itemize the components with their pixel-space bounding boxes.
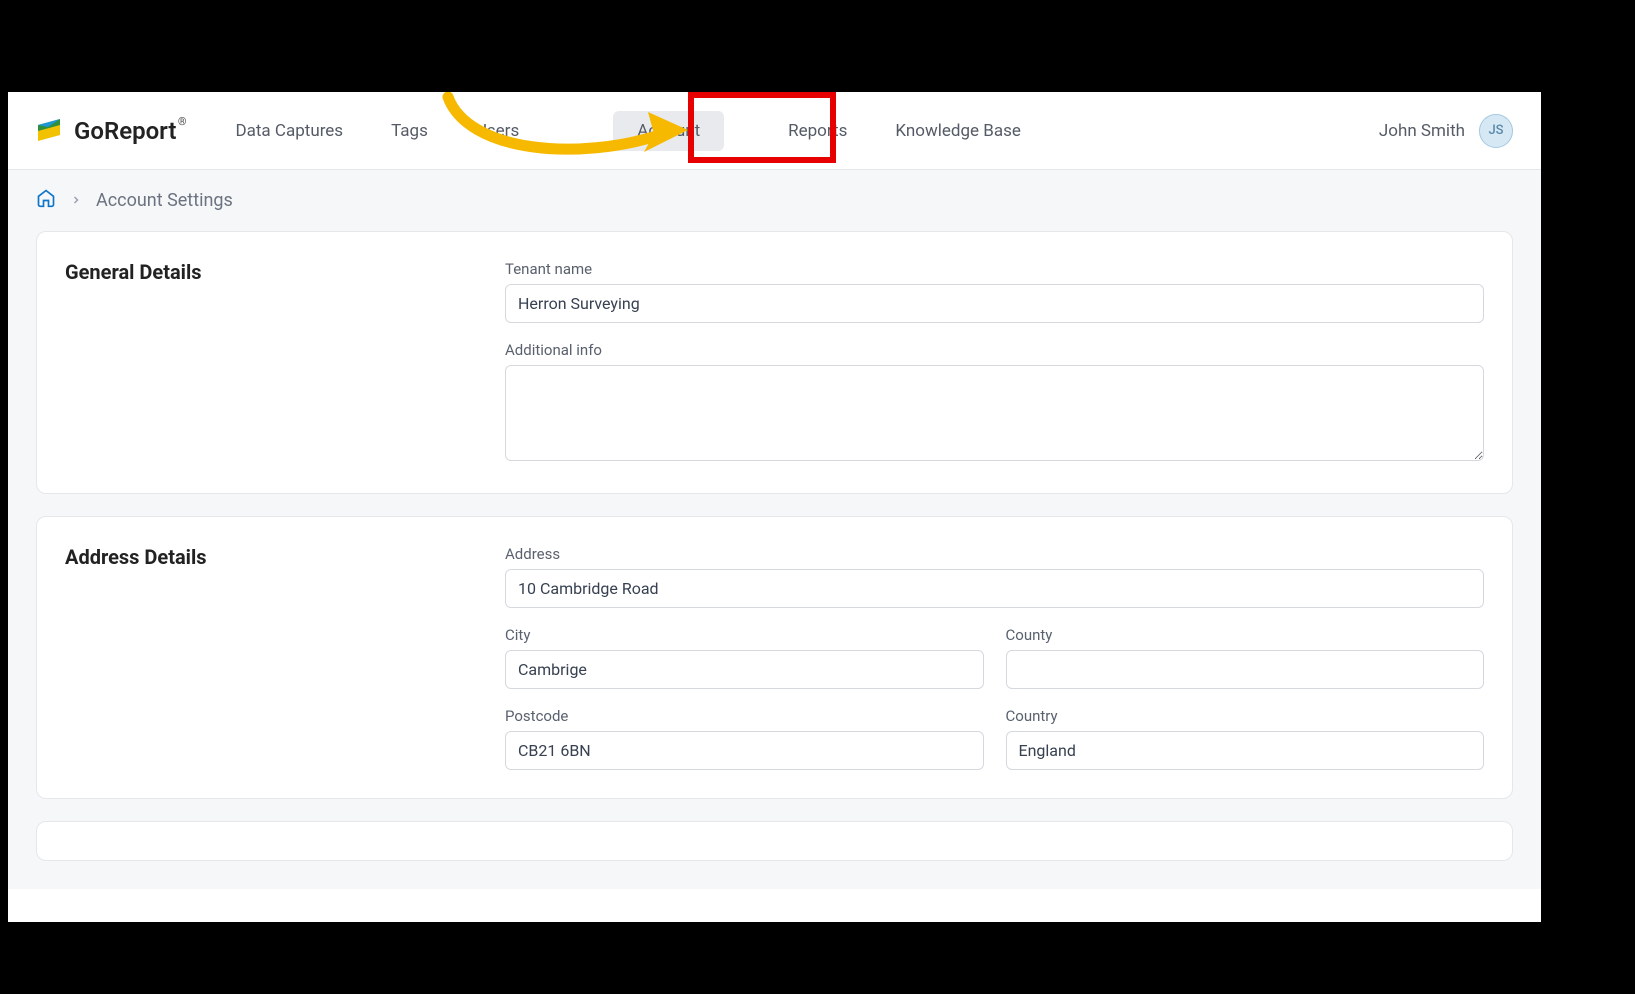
- nav-data-captures[interactable]: Data Captures: [211, 111, 367, 151]
- nav-tags[interactable]: Tags: [367, 111, 452, 151]
- nav-users[interactable]: Users: [452, 111, 543, 151]
- address-label: Address: [505, 545, 1484, 563]
- additional-info-input[interactable]: [505, 365, 1484, 461]
- postcode-label: Postcode: [505, 707, 984, 725]
- tenant-name-label: Tenant name: [505, 260, 1484, 278]
- county-input[interactable]: [1006, 650, 1485, 689]
- city-input[interactable]: [505, 650, 984, 689]
- app-header: GoReport® Data Captures Tags Users Accou…: [8, 92, 1541, 170]
- logo-icon: [36, 117, 64, 145]
- section-title-general: General Details: [65, 260, 465, 284]
- nav-knowledge-base[interactable]: Knowledge Base: [871, 111, 1044, 151]
- address-input[interactable]: [505, 569, 1484, 608]
- breadcrumb: Account Settings: [8, 170, 1541, 231]
- user-name[interactable]: John Smith: [1379, 121, 1465, 141]
- content-area: General Details Tenant name Additional i…: [8, 231, 1541, 889]
- postcode-input[interactable]: [505, 731, 984, 770]
- tenant-name-input[interactable]: [505, 284, 1484, 323]
- country-label: Country: [1006, 707, 1485, 725]
- nav-reports[interactable]: Reports: [764, 111, 871, 151]
- next-card-peek: [36, 821, 1513, 861]
- avatar[interactable]: JS: [1479, 114, 1513, 148]
- general-details-card: General Details Tenant name Additional i…: [36, 231, 1513, 494]
- nav-account[interactable]: Account: [613, 111, 724, 151]
- city-label: City: [505, 626, 984, 644]
- brand-logo[interactable]: GoReport®: [36, 117, 176, 145]
- address-details-card: Address Details Address City County: [36, 516, 1513, 799]
- brand-name: GoReport®: [74, 117, 176, 145]
- main-nav: Data Captures Tags Users Account Reports…: [211, 111, 1044, 151]
- home-icon[interactable]: [36, 188, 56, 213]
- country-input[interactable]: [1006, 731, 1485, 770]
- section-title-address: Address Details: [65, 545, 465, 569]
- additional-info-label: Additional info: [505, 341, 1484, 359]
- county-label: County: [1006, 626, 1485, 644]
- breadcrumb-page: Account Settings: [96, 190, 233, 211]
- chevron-right-icon: [70, 190, 82, 211]
